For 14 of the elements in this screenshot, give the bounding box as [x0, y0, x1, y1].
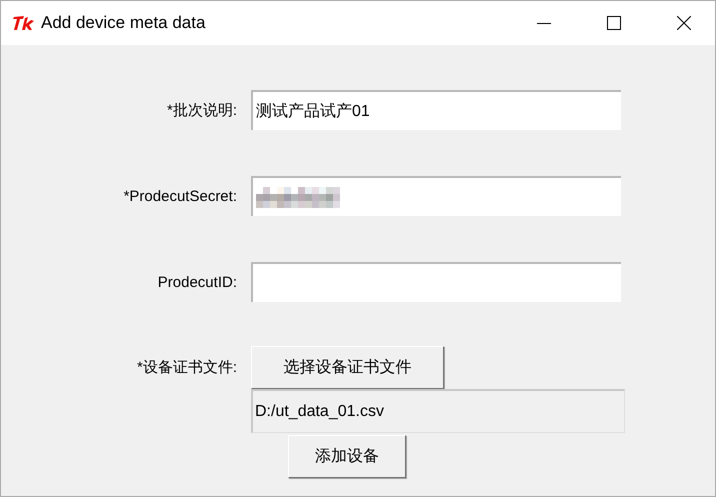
add-device-button[interactable]: 添加设备: [288, 435, 406, 478]
field-label: *批次说明:: [166, 100, 237, 120]
input-field[interactable]: 测试产品试产01: [251, 90, 621, 130]
input-field[interactable]: [251, 176, 621, 216]
app-logo-icon: [13, 15, 35, 31]
choose-file-button[interactable]: 选择设备证书文件: [251, 346, 444, 389]
field-label: ProdecutID:: [156, 274, 237, 290]
maximize-icon[interactable]: [607, 16, 621, 30]
input-field[interactable]: [251, 262, 621, 302]
field-label: *ProdecutSecret:: [122, 188, 237, 204]
window-title: Add device meta data: [41, 13, 206, 33]
file-path-field: D:/ut_data_01.csv: [251, 389, 625, 433]
close-icon[interactable]: [677, 16, 691, 30]
field-label: *设备证书文件:: [136, 358, 237, 377]
